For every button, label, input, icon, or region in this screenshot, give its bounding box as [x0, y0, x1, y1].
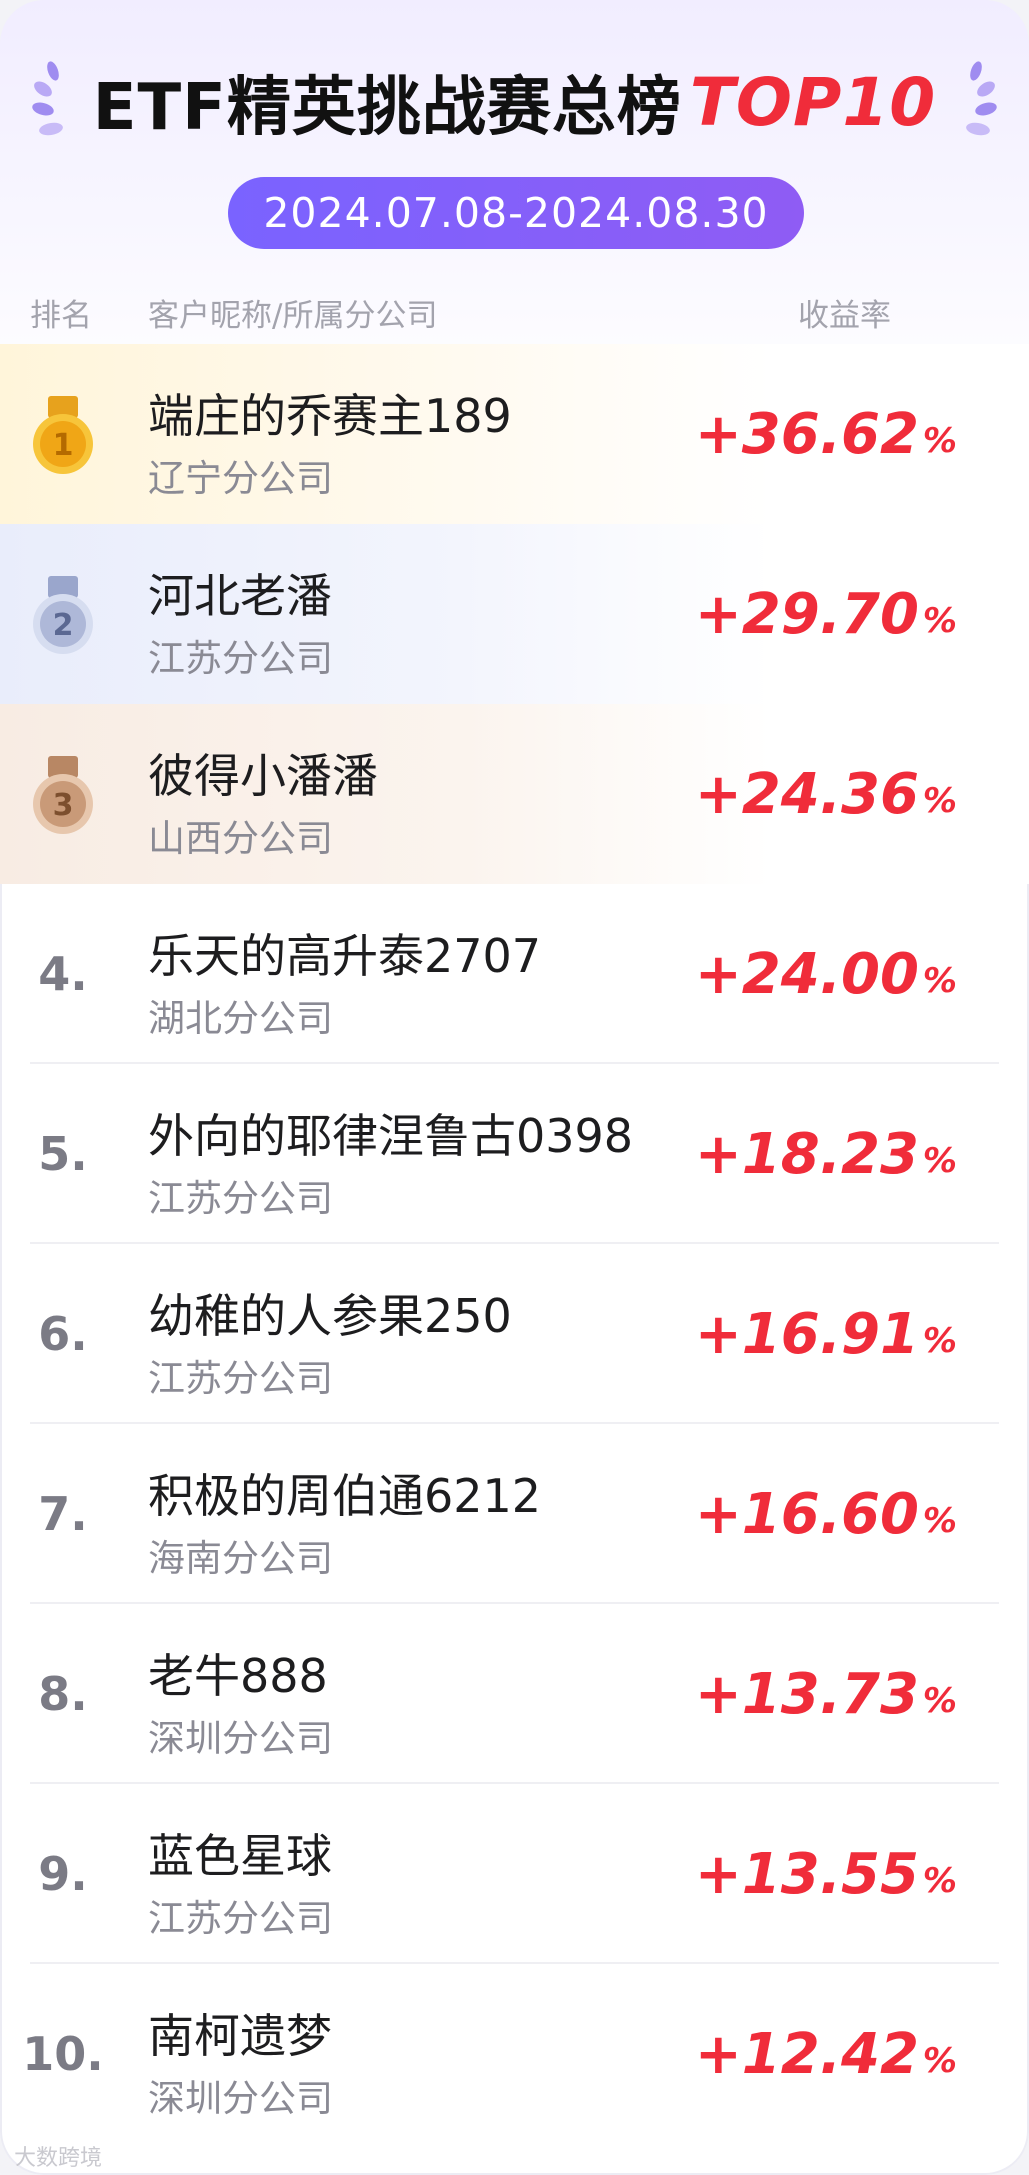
leaderboard-row: 10. 南柯遗梦深圳分公司 +12.42%: [0, 1964, 1029, 2144]
branch-name: 海南分公司: [148, 1537, 333, 1580]
customer-nickname: 南柯遗梦: [148, 2009, 332, 2063]
percent-sign: %: [922, 2041, 957, 2081]
rank-number: 4.: [38, 947, 88, 1001]
medal-bronze-icon: 3: [33, 756, 93, 834]
column-header-rank: 排名: [30, 298, 92, 334]
customer-nickname: 老牛888: [148, 1649, 328, 1703]
return-rate: +24.00%: [695, 884, 957, 1064]
medal-gold-icon: 1: [33, 396, 93, 474]
column-header-nickname: 客户昵称/所属分公司: [148, 298, 438, 334]
percent-sign: %: [922, 961, 957, 1001]
branch-name: 江苏分公司: [148, 1177, 333, 1220]
rank-number: 9.: [38, 1847, 88, 1901]
return-value: +16.91: [694, 1301, 919, 1367]
customer-nickname: 幼稚的人参果250: [148, 1289, 512, 1343]
return-rate: +12.42%: [695, 1964, 957, 2144]
leaderboard-row: 4. 乐天的高升泰2707 湖北分公司 +24.00%: [0, 884, 1029, 1064]
return-value: +12.42: [694, 2021, 919, 2087]
laurel-left-icon: [32, 61, 63, 136]
percent-sign: %: [922, 1861, 957, 1901]
date-range-badge: 2024.07.08-2024.08.30: [228, 177, 804, 249]
leaderboard-card: ETF精英挑战赛总榜 TOP10 2024.07.08-2024.08.30 排…: [0, 0, 1029, 2175]
rank-number: 8.: [38, 1667, 88, 1721]
customer-nickname: 蓝色星球: [148, 1829, 332, 1883]
branch-name: 深圳分公司: [148, 2077, 333, 2120]
return-value: +24.36: [694, 761, 919, 827]
return-rate: +16.60%: [695, 1424, 957, 1604]
leaderboard-row: 6. 幼稚的人参果250 江苏分公司 +16.91%: [0, 1244, 1029, 1424]
percent-sign: %: [922, 781, 957, 821]
medal-rank-number: 2: [53, 608, 74, 643]
watermark: 大数跨境: [14, 2146, 103, 2171]
customer-nickname: 外向的耶律涅鲁古0398: [148, 1109, 634, 1163]
medal-silver-icon: 2: [33, 576, 93, 654]
branch-name: 辽宁分公司: [148, 457, 333, 500]
leaderboard-row: 1 端庄的乔赛主189 辽宁分公司 +36.62%: [0, 344, 1029, 524]
leaderboard-row: 2 河北老潘江苏分公司 +29.70%: [0, 524, 1029, 704]
percent-sign: %: [922, 1681, 957, 1721]
rank-number: 5.: [38, 1127, 88, 1181]
branch-name: 湖北分公司: [148, 997, 333, 1040]
medal-rank-number: 1: [53, 428, 74, 463]
title-row: ETF精英挑战赛总榜 TOP10: [0, 52, 1029, 152]
return-rate: +13.55%: [695, 1784, 957, 1964]
rank-number: 6.: [38, 1307, 88, 1361]
leaderboard-row: 3 彼得小潘潘山西分公司 +24.36%: [0, 704, 1029, 884]
branch-name: 江苏分公司: [148, 637, 333, 680]
leaderboard-row: 5. 外向的耶律涅鲁古0398 江苏分公司 +18.23%: [0, 1064, 1029, 1244]
customer-nickname: 彼得小潘潘: [148, 749, 378, 803]
return-value: +24.00: [694, 941, 919, 1007]
branch-name: 江苏分公司: [148, 1357, 333, 1400]
percent-sign: %: [922, 421, 957, 461]
percent-sign: %: [922, 601, 957, 641]
leaderboard-row: 7. 积极的周伯通6212 海南分公司 +16.60%: [0, 1424, 1029, 1604]
percent-sign: %: [922, 1501, 957, 1541]
rank-number: 7.: [38, 1487, 88, 1541]
column-header-return: 收益率: [798, 298, 891, 334]
percent-sign: %: [922, 1321, 957, 1361]
return-value: +18.23: [694, 1121, 919, 1187]
customer-nickname: 乐天的高升泰2707: [148, 929, 542, 983]
leaderboard-row: 9. 蓝色星球江苏分公司 +13.55%: [0, 1784, 1029, 1964]
rank-number: 10.: [22, 2027, 104, 2081]
page-title: ETF精英挑战赛总榜: [92, 71, 682, 145]
title-highlight: TOP10: [689, 63, 937, 141]
return-rate: +18.23%: [695, 1064, 957, 1244]
return-rate: +36.62%: [695, 344, 957, 524]
return-value: +36.62: [694, 401, 919, 467]
return-rate: +16.91%: [695, 1244, 957, 1424]
branch-name: 山西分公司: [148, 817, 333, 860]
return-rate: +13.73%: [695, 1604, 957, 1784]
branch-name: 深圳分公司: [148, 1717, 333, 1760]
return-rate: +29.70%: [695, 524, 957, 704]
return-rate: +24.36%: [695, 704, 957, 884]
branch-name: 江苏分公司: [148, 1897, 333, 1940]
customer-nickname: 河北老潘: [148, 569, 332, 623]
return-value: +13.55: [694, 1841, 919, 1907]
return-value: +13.73: [694, 1661, 919, 1727]
medal-rank-number: 3: [53, 788, 74, 823]
return-value: +16.60: [694, 1481, 919, 1547]
percent-sign: %: [922, 1141, 957, 1181]
leaderboard-row: 8. 老牛888 深圳分公司 +13.73%: [0, 1604, 1029, 1784]
customer-nickname: 积极的周伯通6212: [148, 1469, 542, 1523]
customer-nickname: 端庄的乔赛主189: [148, 389, 512, 443]
return-value: +29.70: [694, 581, 919, 647]
laurel-right-icon: [966, 61, 997, 136]
